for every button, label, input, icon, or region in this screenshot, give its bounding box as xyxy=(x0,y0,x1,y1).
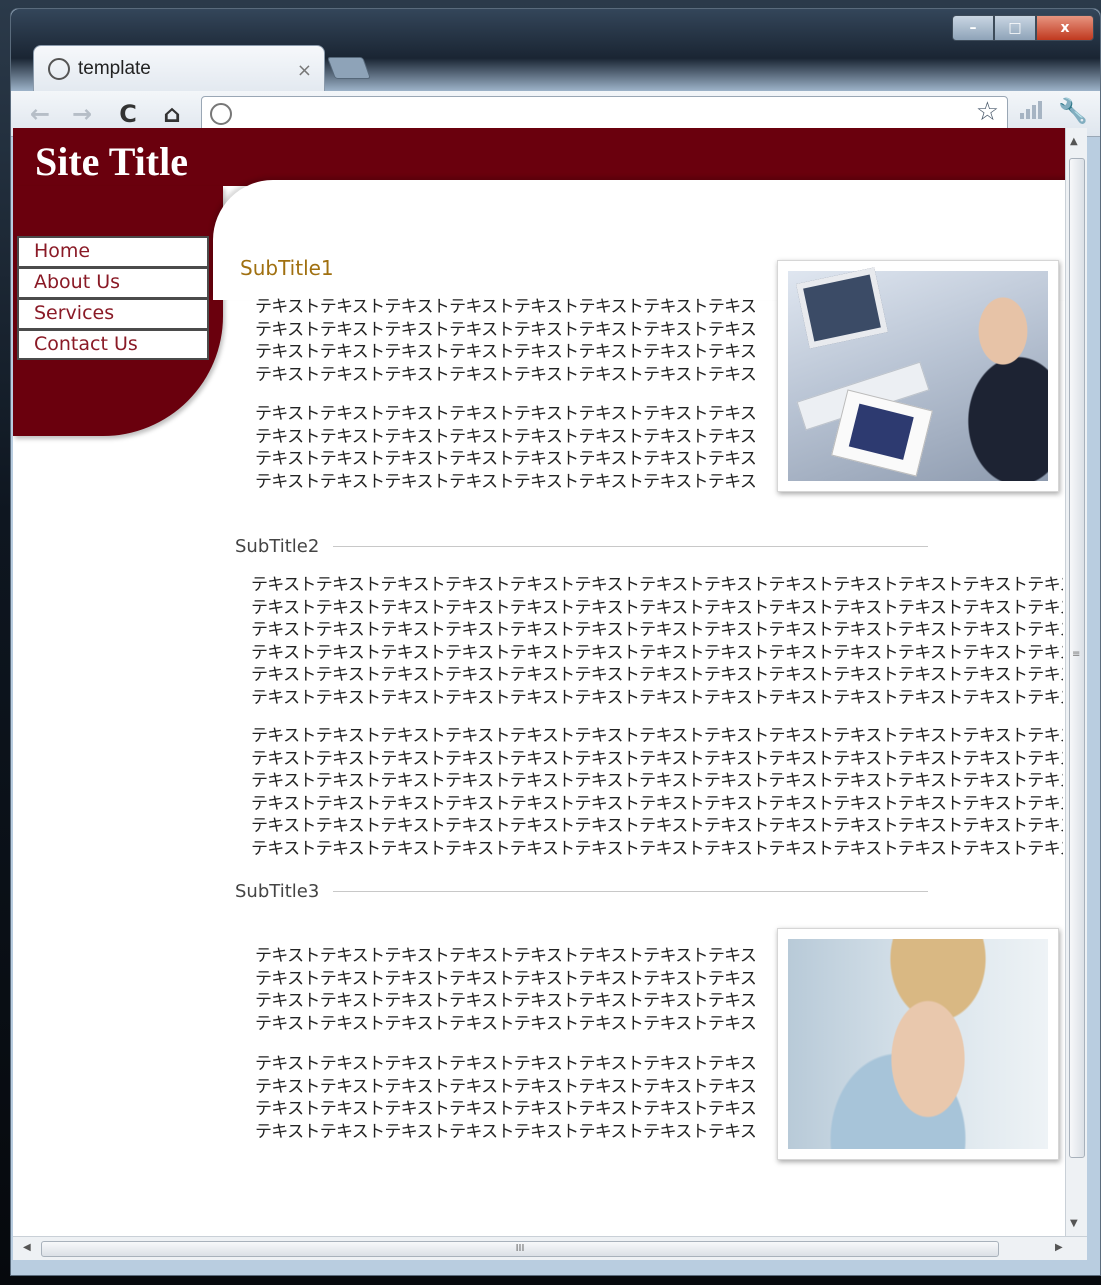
photo-woman-on-phone xyxy=(777,928,1059,1160)
section3-paragraph-2: テキストテキストテキストテキストテキストテキストテキストテキスト テキストテキス… xyxy=(255,1054,755,1142)
address-bar[interactable]: ☆ xyxy=(201,96,1008,132)
divider xyxy=(333,891,929,892)
subtitle-3-heading: SubTitle3 xyxy=(235,881,929,902)
bookmark-star-icon[interactable]: ☆ xyxy=(976,97,999,127)
home-button[interactable]: ⌂ xyxy=(157,99,187,129)
title-bar: – □ x template × xyxy=(11,9,1100,91)
scroll-right-icon[interactable]: ▶ xyxy=(1055,1242,1063,1253)
globe-icon xyxy=(210,103,232,125)
page-viewport: Site Title Home About Us Services Contac… xyxy=(13,128,1065,1236)
header-band: Site Title xyxy=(13,128,1065,186)
maximize-button[interactable]: □ xyxy=(994,15,1036,41)
tab-title: template xyxy=(78,57,151,79)
wrench-icon[interactable]: 🔧 xyxy=(1058,97,1088,125)
section2-paragraph-1: テキストテキストテキストテキストテキストテキストテキストテキストテキストテキスト… xyxy=(251,575,1063,708)
site-title: Site Title xyxy=(35,139,188,184)
scroll-left-icon[interactable]: ◀ xyxy=(23,1242,31,1253)
scroll-up-icon[interactable]: ▲ xyxy=(1070,136,1078,147)
tab-template[interactable]: template × xyxy=(33,45,325,91)
page-stats-icon[interactable] xyxy=(1020,101,1042,119)
menu-item-contact-us[interactable]: Contact Us xyxy=(17,329,209,360)
subtitle-2: SubTitle2 xyxy=(235,536,320,557)
horizontal-scroll-thumb[interactable]: III xyxy=(41,1241,999,1257)
forward-button[interactable]: → xyxy=(67,99,97,129)
reload-button[interactable]: C xyxy=(113,99,143,129)
tab-close-icon[interactable]: × xyxy=(297,60,312,81)
subtitle-2-heading: SubTitle2 xyxy=(235,536,929,557)
globe-icon xyxy=(48,57,70,80)
menu-item-about-us[interactable]: About Us xyxy=(17,267,209,298)
main-menu: Home About Us Services Contact Us xyxy=(17,236,209,360)
section2-paragraph-2: テキストテキストテキストテキストテキストテキストテキストテキストテキストテキスト… xyxy=(251,726,1063,859)
divider xyxy=(333,546,929,547)
menu-item-home[interactable]: Home xyxy=(17,236,209,267)
section3-paragraph-1: テキストテキストテキストテキストテキストテキストテキストテキスト テキストテキス… xyxy=(255,946,755,1034)
window-controls: – □ x xyxy=(952,15,1094,41)
scroll-down-icon[interactable]: ▼ xyxy=(1070,1218,1078,1229)
subtitle-3: SubTitle3 xyxy=(235,881,320,902)
close-window-button[interactable]: x xyxy=(1036,15,1094,41)
section1-paragraph-1: テキストテキストテキストテキストテキストテキストテキストテキスト テキストテキス… xyxy=(255,297,755,385)
horizontal-scrollbar[interactable]: ◀ III ▶ xyxy=(13,1236,1087,1260)
subtitle-1: SubTitle1 xyxy=(240,256,334,280)
menu-item-services[interactable]: Services xyxy=(17,298,209,329)
minimize-button[interactable]: – xyxy=(952,15,994,41)
vertical-scroll-thumb[interactable]: ≡ xyxy=(1069,158,1085,1158)
grip-icon: ≡ xyxy=(1072,649,1081,660)
back-button[interactable]: ← xyxy=(25,99,55,129)
vertical-scrollbar[interactable]: ▲ ≡ ▼ xyxy=(1065,128,1087,1236)
photo-man-at-computer xyxy=(777,260,1059,492)
section1-paragraph-2: テキストテキストテキストテキストテキストテキストテキストテキスト テキストテキス… xyxy=(255,404,755,492)
new-tab-button[interactable] xyxy=(326,57,372,79)
